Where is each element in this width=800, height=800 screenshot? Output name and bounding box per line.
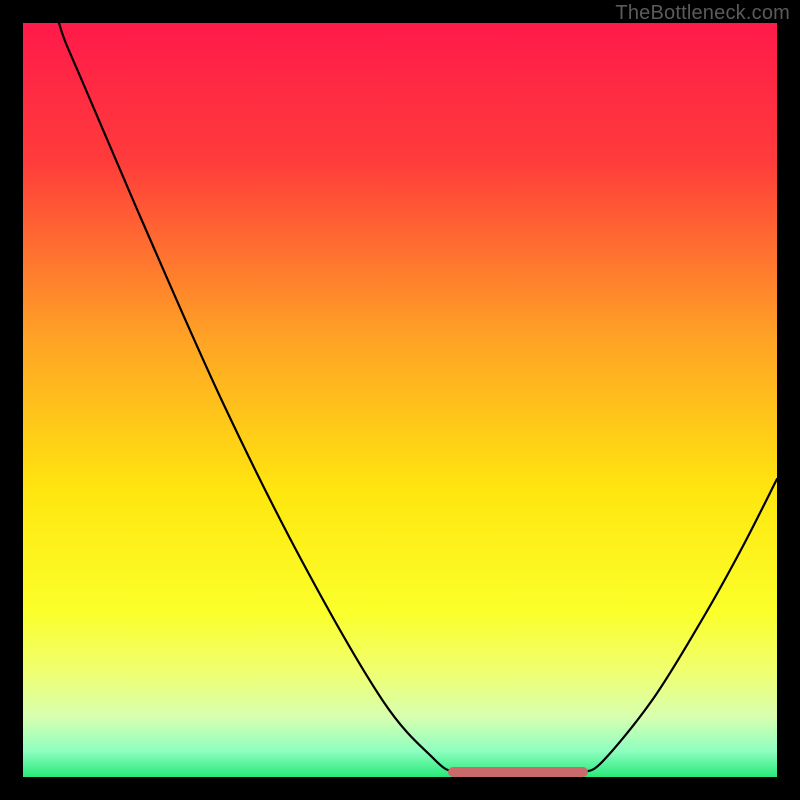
watermark-text: TheBottleneck.com (615, 2, 790, 25)
chart-frame: TheBottleneck.com (0, 0, 800, 800)
plot-area (23, 23, 777, 777)
bottleneck-curve (23, 23, 777, 777)
curve-line (59, 23, 777, 773)
